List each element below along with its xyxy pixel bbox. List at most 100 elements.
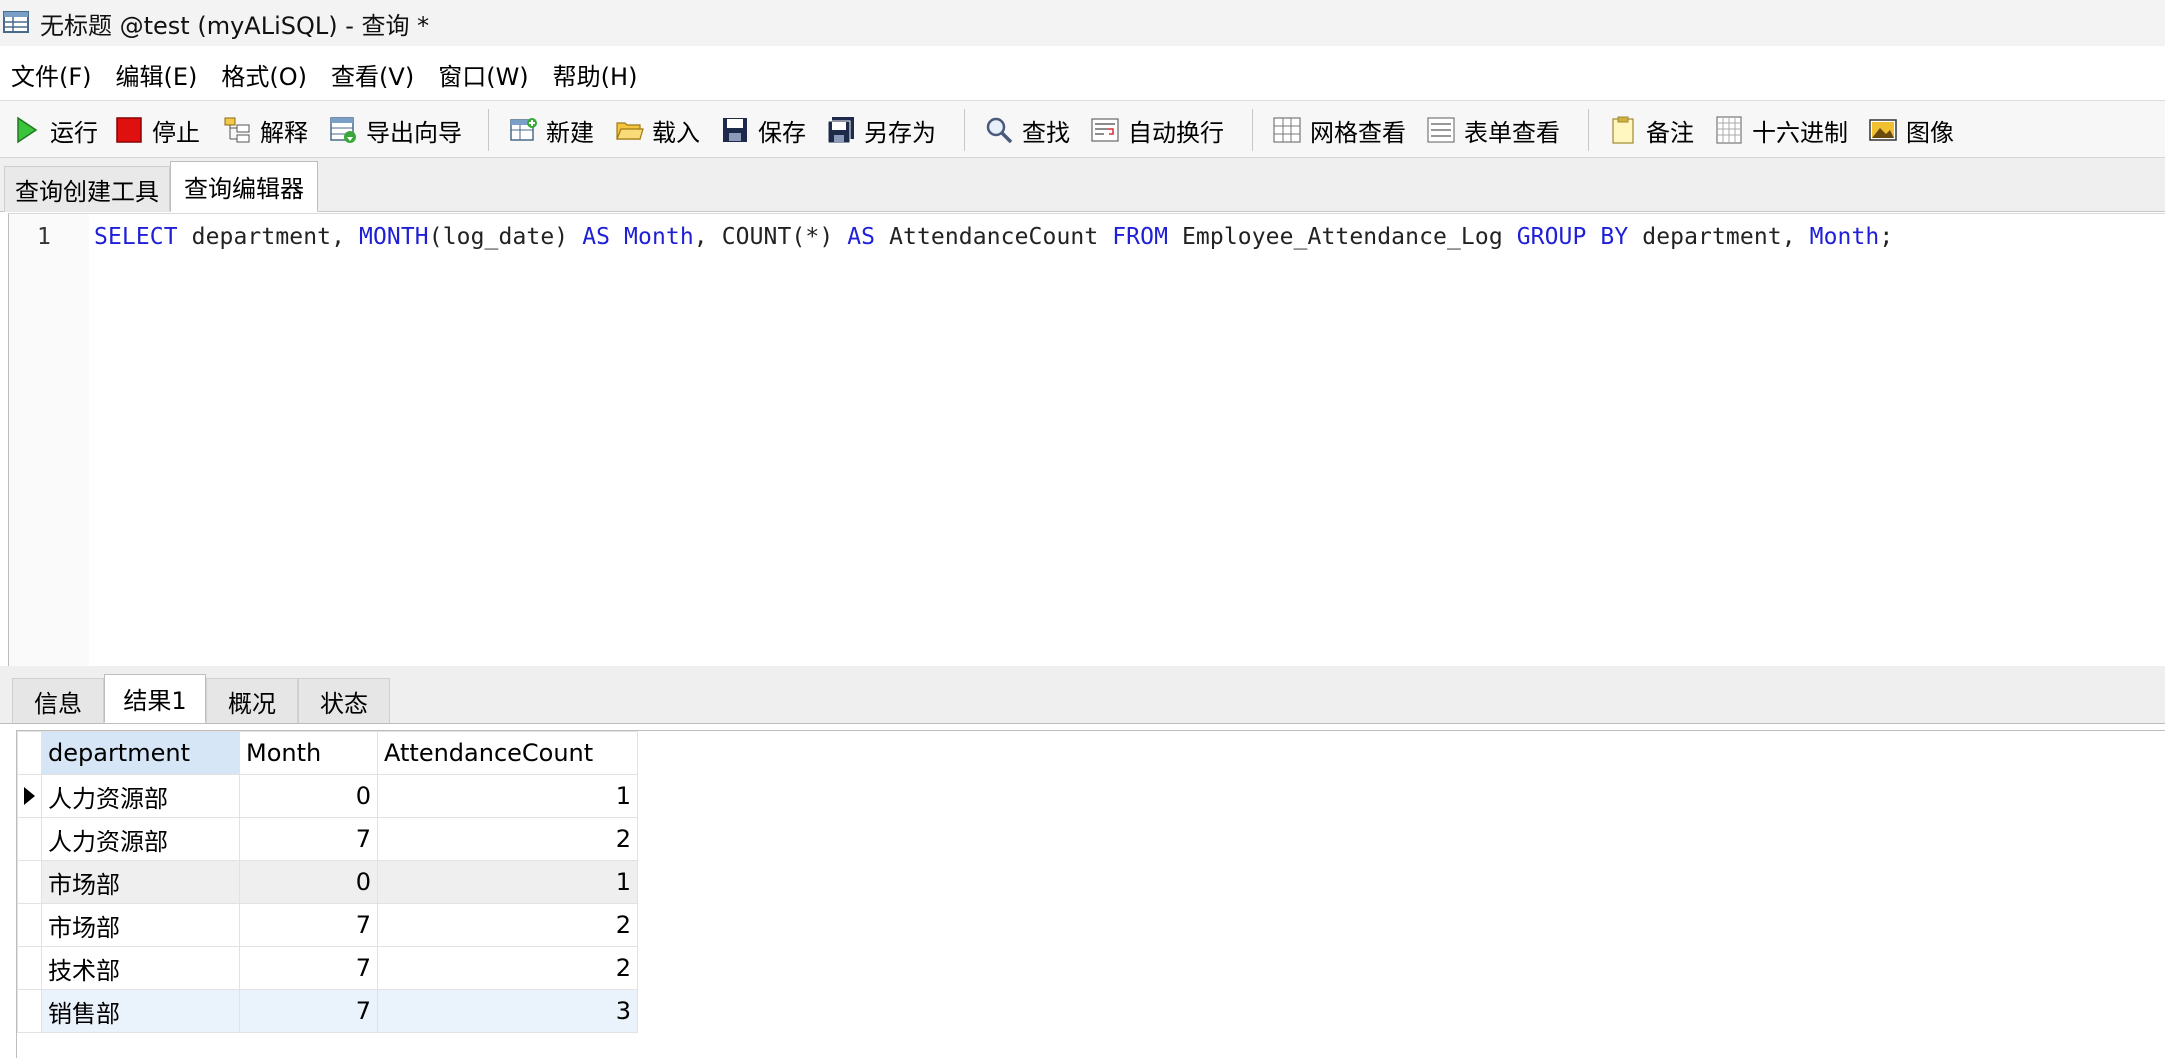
grid-view-button[interactable]: 网格查看: [1272, 111, 1406, 149]
run-button[interactable]: 运行: [12, 111, 98, 149]
export-wizard-label: 导出向导: [366, 118, 462, 147]
table-row[interactable]: 销售部 7 3: [17, 989, 638, 1033]
cell-count[interactable]: 1: [377, 774, 638, 818]
save-as-button[interactable]: 另存为: [826, 111, 936, 149]
table-row[interactable]: 市场部 0 1: [17, 860, 638, 904]
cell-month[interactable]: 7: [239, 817, 378, 861]
tab-query-editor[interactable]: 查询编辑器: [170, 161, 318, 212]
floppy-disk-icon: [720, 115, 750, 145]
hex-grid-icon: [1714, 115, 1744, 145]
table-row[interactable]: 市场部 7 2: [17, 903, 638, 947]
cell-department[interactable]: 人力资源部: [41, 774, 240, 818]
sql-keyword: MONTH: [359, 224, 429, 250]
new-button[interactable]: 新建: [508, 111, 594, 149]
column-header-department[interactable]: department: [41, 731, 240, 775]
export-icon: [328, 115, 358, 145]
cell-department[interactable]: 销售部: [41, 989, 240, 1033]
cell-count[interactable]: 1: [377, 860, 638, 904]
tab-result1[interactable]: 结果1: [104, 674, 206, 723]
stop-label: 停止: [152, 118, 200, 147]
cell-count[interactable]: 2: [377, 817, 638, 861]
tab-profile-label: 概况: [228, 689, 276, 718]
sql-keyword: Month: [624, 224, 694, 250]
run-label: 运行: [50, 118, 98, 147]
column-header-attendancecount[interactable]: AttendanceCount: [377, 731, 638, 775]
toolbar-separator: [964, 109, 965, 151]
line-number: 1: [37, 224, 51, 250]
memo-button[interactable]: 备注: [1608, 111, 1694, 149]
table-row[interactable]: 人力资源部 0 1: [17, 774, 638, 818]
cell-count[interactable]: 3: [377, 989, 638, 1033]
tab-status[interactable]: 状态: [298, 678, 390, 723]
sql-keyword: GROUP BY: [1516, 224, 1629, 250]
cell-count[interactable]: 2: [377, 946, 638, 990]
cell-department[interactable]: 技术部: [41, 946, 240, 990]
image-label: 图像: [1906, 118, 1954, 147]
row-indicator[interactable]: [17, 860, 42, 904]
word-wrap-icon: [1090, 115, 1120, 145]
find-button[interactable]: 查找: [984, 111, 1070, 149]
form-view-button[interactable]: 表单查看: [1426, 111, 1560, 149]
tab-status-label: 状态: [320, 689, 368, 718]
cell-department[interactable]: 市场部: [41, 860, 240, 904]
hex-button[interactable]: 十六进制: [1714, 111, 1848, 149]
header-row: department Month AttendanceCount: [17, 731, 638, 775]
grid-icon: [1272, 115, 1302, 145]
table-row[interactable]: 人力资源部 7 2: [17, 817, 638, 861]
row-indicator[interactable]: [17, 989, 42, 1033]
folder-open-icon: [614, 115, 644, 145]
menu-edit[interactable]: 编辑(E): [116, 53, 198, 96]
menu-window[interactable]: 窗口(W): [438, 53, 528, 96]
image-button[interactable]: 图像: [1868, 111, 1954, 149]
word-wrap-button[interactable]: 自动换行: [1090, 111, 1224, 149]
sql-text: Employee_Attendance_Log: [1168, 224, 1517, 250]
row-indicator[interactable]: [17, 903, 42, 947]
menu-help[interactable]: 帮助(H): [553, 53, 638, 96]
toolbar-separator: [1252, 109, 1253, 151]
cell-month[interactable]: 7: [239, 989, 378, 1033]
save-button[interactable]: 保存: [720, 111, 806, 149]
picture-icon: [1868, 115, 1898, 145]
memo-label: 备注: [1646, 118, 1694, 147]
table-row[interactable]: 技术部 7 2: [17, 946, 638, 990]
toolbar: 运行 停止 解释 导出向导 新建 载入 保存 另存为 查找 自动换行 网格查看 …: [0, 101, 2165, 158]
cell-month[interactable]: 7: [239, 946, 378, 990]
cell-month[interactable]: 7: [239, 903, 378, 947]
row-indicator[interactable]: [17, 774, 42, 818]
form-view-label: 表单查看: [1464, 118, 1560, 147]
cell-department[interactable]: 人力资源部: [41, 817, 240, 861]
stop-button[interactable]: 停止: [114, 111, 200, 149]
row-indicator[interactable]: [17, 946, 42, 990]
tab-profile[interactable]: 概况: [206, 678, 298, 723]
tab-query-builder[interactable]: 查询创建工具: [4, 166, 170, 212]
toolbar-separator: [1588, 109, 1589, 151]
sql-text: ;: [1879, 224, 1894, 250]
menu-view[interactable]: 查看(V): [331, 53, 414, 96]
tab-info-label: 信息: [34, 689, 82, 718]
sql-text: department,: [177, 224, 360, 250]
load-button[interactable]: 载入: [614, 111, 700, 149]
menu-format[interactable]: 格式(O): [221, 53, 307, 96]
row-indicator[interactable]: [17, 817, 42, 861]
cell-month[interactable]: 0: [239, 774, 378, 818]
column-header-month[interactable]: Month: [239, 731, 378, 775]
title-bar: 无标题 @test (myALiSQL) - 查询 *: [0, 0, 2165, 46]
tab-info[interactable]: 信息: [12, 678, 104, 723]
cell-count[interactable]: 2: [377, 903, 638, 947]
sql-editor[interactable]: 1 SELECT department, MONTH(log_date) AS …: [8, 213, 2165, 667]
explain-button[interactable]: 解释: [222, 111, 308, 149]
cell-department[interactable]: 市场部: [41, 903, 240, 947]
sql-keyword: AS: [582, 224, 611, 250]
cell-month[interactable]: 0: [239, 860, 378, 904]
app-table-icon: [3, 11, 29, 33]
export-wizard-button[interactable]: 导出向导: [328, 111, 462, 149]
sql-code-line[interactable]: SELECT department, MONTH(log_date) AS Mo…: [94, 224, 1893, 250]
menu-file[interactable]: 文件(F): [11, 53, 92, 96]
sql-text: department,: [1628, 224, 1810, 250]
word-wrap-label: 自动换行: [1128, 118, 1224, 147]
memo-icon: [1608, 115, 1638, 145]
stop-icon: [114, 115, 144, 145]
save-label: 保存: [758, 118, 806, 147]
editor-tab-strip: 查询创建工具 查询编辑器: [0, 158, 2165, 212]
